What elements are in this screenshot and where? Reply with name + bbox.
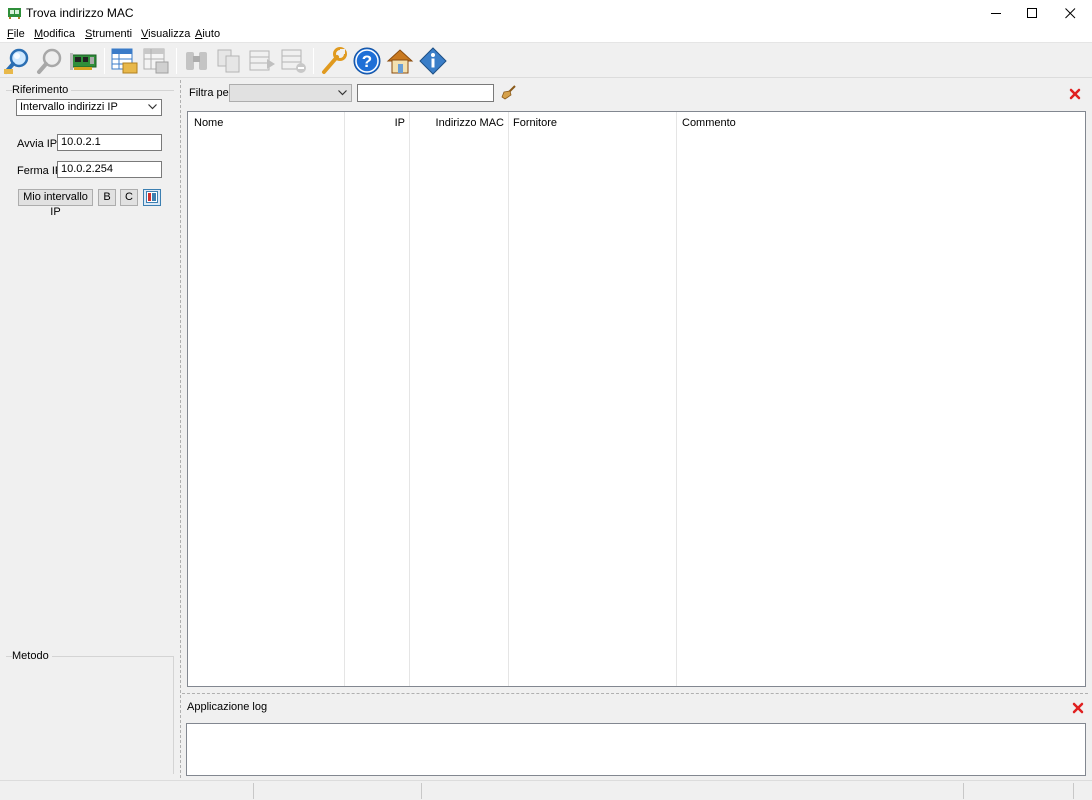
home-button[interactable] [385,46,415,76]
title-bar: Trova indirizzo MAC [0,0,1092,27]
start-ip-input[interactable]: 10.0.2.1 [57,134,162,151]
info-button[interactable] [418,46,448,76]
chevron-down-icon [338,90,347,96]
minimize-button[interactable] [978,0,1016,27]
horizontal-splitter[interactable] [182,693,1088,694]
maximize-button[interactable] [1014,0,1052,27]
close-icon [1065,8,1076,19]
column-divider [508,112,509,686]
results-table[interactable]: Nome IP Indirizzo MAC Fornitore Commento [187,111,1086,687]
range-list-icon [146,191,158,203]
vertical-splitter[interactable] [180,80,181,778]
toolbar-separator [313,48,314,74]
stop-ip-input[interactable]: 10.0.2.254 [57,161,162,178]
reference-group-label: Riferimento [12,84,72,96]
column-header-comment[interactable]: Commento [682,112,736,134]
menu-visualizza[interactable]: Visualizza [141,28,190,40]
status-segment [254,783,422,799]
menu-aiuto[interactable]: Aiuto [195,28,220,40]
column-header-name[interactable]: Nome [194,112,223,134]
log-textarea[interactable] [186,723,1086,776]
menu-strumenti[interactable]: Strumenti [85,28,132,40]
window-title: Trova indirizzo MAC [26,6,134,20]
app-icon [8,8,21,19]
info-icon [419,47,447,75]
column-divider [409,112,410,686]
broom-icon [501,85,516,100]
toolbar-separator [104,48,105,74]
class-b-button[interactable]: B [98,189,116,206]
stop-scan-icon [37,48,62,74]
method-group-border [173,656,174,774]
column-header-mac[interactable]: Indirizzo MAC [410,112,504,134]
clear-filter-button[interactable] [500,84,518,102]
column-divider [344,112,345,686]
menu-modifica[interactable]: Modifica [34,28,75,40]
filter-text-input[interactable] [357,84,494,102]
toolbar-separator [176,48,177,74]
method-group-label: Metodo [12,650,52,662]
home-icon [386,49,414,74]
close-button[interactable] [1052,0,1090,27]
close-log-icon[interactable] [1072,702,1084,714]
maximize-icon [1027,8,1037,18]
status-segment [964,783,1074,799]
help-button[interactable]: ? [352,46,382,76]
range-type-select[interactable]: Intervallo indirizzi IP [16,99,162,116]
close-filter-icon[interactable] [1069,88,1081,100]
settings-button[interactable] [318,46,348,76]
column-header-ip[interactable]: IP [345,112,405,134]
delete-button[interactable] [279,46,309,76]
column-header-vendor[interactable]: Fornitore [513,112,557,134]
my-ip-range-button[interactable]: Mio intervallo IP [18,189,93,218]
minimize-icon [991,13,1001,14]
copy-button[interactable] [214,46,244,76]
svg-text:?: ? [362,52,372,71]
range-type-value: Intervallo indirizzi IP [20,101,118,113]
open-table-icon [111,48,138,74]
filter-label: Filtra per [189,87,233,99]
export-button[interactable] [247,46,277,76]
start-ip-label: Avvia IP: [17,138,61,150]
stop-scan-button[interactable] [36,46,66,76]
filter-column-select[interactable] [229,84,352,102]
find-button[interactable] [182,46,212,76]
network-card-button[interactable] [69,46,99,76]
chevron-down-icon [148,104,157,110]
delete-icon [281,49,306,73]
copy-icon [217,49,240,73]
status-bar [0,780,1092,800]
toolbar: ? [0,44,1092,78]
custom-range-toggle[interactable] [143,189,161,206]
status-segment [422,783,964,799]
find-icon [186,52,207,70]
menu-file[interactable]: File [7,28,25,40]
menu-bar: File Modifica Strumenti Visualizza Aiuto [0,27,1092,43]
scan-icon [4,48,29,74]
class-c-button[interactable]: C [120,189,138,206]
scan-button[interactable] [3,46,33,76]
log-label: Applicazione log [187,701,268,713]
save-table-button[interactable] [141,46,171,76]
export-icon [249,50,275,71]
network-card-icon [70,53,97,70]
column-divider [676,112,677,686]
settings-wrench-icon [322,47,347,74]
status-segment [0,783,254,799]
help-icon: ? [353,47,381,75]
save-table-icon [143,48,169,74]
open-table-button[interactable] [109,46,139,76]
